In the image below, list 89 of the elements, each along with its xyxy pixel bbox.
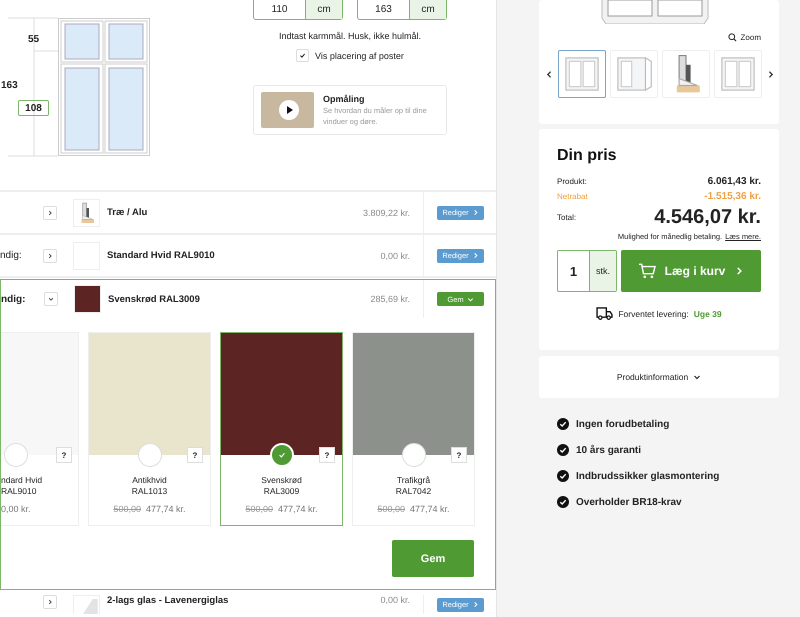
expand-button[interactable] [43, 595, 57, 609]
expand-button[interactable] [43, 206, 57, 220]
window-thumbnail[interactable] [558, 50, 606, 98]
chevron-down-icon [48, 296, 54, 302]
chevron-right-icon [47, 252, 53, 258]
color-name: Trafikgrå [396, 475, 430, 485]
option-name: Standard Hvid RAL9010 [107, 250, 216, 261]
section-height-label: 55 [28, 34, 40, 45]
color-card[interactable]: ? ndard Hvid RAL9010 0,00 kr. [1, 332, 79, 526]
chevron-down-icon [466, 296, 474, 302]
checkbox-label: Vis placering af poster [315, 50, 404, 60]
hint-text: Indtast karmmål. Husk, ikke hulmål. [278, 31, 422, 41]
old-price: 500,00 [113, 504, 141, 514]
check-circle-icon [557, 496, 569, 508]
price-label: Total: [557, 213, 576, 222]
price: 477,74 kr. [278, 504, 318, 514]
expand-button[interactable] [43, 248, 57, 262]
price: 0,00 kr. [1, 504, 31, 514]
delivery-label: Forventet levering: [618, 308, 689, 318]
color-card[interactable]: ? Svenskrød RAL3009 500,00 477,74 kr. [220, 332, 343, 526]
checkbox[interactable] [296, 49, 310, 62]
option-label: ndig: [0, 250, 23, 261]
radio-button[interactable] [138, 443, 162, 467]
benefit-text: Overholder BR18-krav [576, 496, 682, 508]
cart-icon [638, 263, 656, 279]
help-button[interactable]: ? [451, 447, 467, 463]
old-price: 500,00 [377, 504, 405, 514]
option-price: 3.809,22 kr. [362, 208, 410, 218]
chevron-right-icon [472, 601, 479, 608]
color-card[interactable]: ? Trafikgrå RAL7042 500,00 477,74 kr. [352, 332, 475, 526]
option-label: ndig: [1, 294, 26, 304]
option-name: 2-lags glas - Lavenergiglas [107, 595, 230, 606]
color-code: RAL1013 [132, 486, 168, 496]
delivery-week: Uge 39 [694, 308, 722, 318]
benefit-text: Ingen forudbetaling [576, 418, 670, 430]
window-profile-icon [73, 198, 100, 226]
chevron-right-icon [472, 252, 479, 259]
dimension-field[interactable]: 110 cm [253, 0, 343, 20]
chevron-right-icon [472, 209, 479, 216]
price: 477,74 kr. [410, 504, 450, 514]
quantity-field[interactable]: 1 stk. [557, 250, 617, 292]
color-code: RAL9010 [1, 486, 36, 496]
old-price: 500,00 [245, 504, 273, 514]
color-name: ndard Hvid [1, 475, 42, 485]
benefit-text: Indbrudssikker glasmontering [576, 470, 720, 482]
chevron-right-icon [47, 210, 53, 216]
collapse-button[interactable] [44, 292, 58, 306]
play-icon[interactable] [279, 100, 299, 120]
zoom-link[interactable]: Zoom [728, 33, 761, 42]
option-price: 0,00 kr. [379, 595, 410, 605]
option-name: Træ / Alu [107, 207, 148, 218]
check-icon [299, 52, 306, 59]
radio-button[interactable] [4, 443, 28, 467]
check-icon [278, 451, 286, 459]
window-profile-thumbnail[interactable] [662, 50, 710, 98]
chevron-down-icon [693, 373, 702, 381]
chevron-right-icon [47, 599, 53, 605]
check-circle-icon [557, 418, 569, 430]
option-name: Svenskrød RAL3009 [108, 294, 201, 304]
total-height-label: 163 [1, 80, 18, 91]
price-value: 4.546,07 kr. [654, 206, 761, 229]
price-value: -1.515,36 kr. [704, 191, 761, 202]
price-label: Produkt: [557, 177, 587, 186]
option-price: 285,69 kr. [369, 294, 410, 304]
option-price: 0,00 kr. [379, 250, 410, 260]
search-icon [728, 33, 737, 42]
video-title: Opmåling [323, 94, 366, 104]
color-name: Svenskrød [261, 475, 302, 485]
help-button[interactable]: ? [319, 447, 335, 463]
price-label: Netrabat [557, 192, 588, 201]
benefit-text: 10 års garanti [576, 444, 642, 456]
dimension-field[interactable]: 163 cm [357, 0, 447, 20]
truck-icon [596, 307, 614, 320]
add-to-cart-button[interactable]: Læg i kurv [621, 250, 761, 292]
color-code: RAL3009 [264, 486, 300, 496]
help-button[interactable]: ? [56, 447, 72, 463]
color-card[interactable]: ? Antikhvid RAL1013 500,00 477,74 kr. [88, 332, 211, 526]
save-button[interactable]: Gem [392, 540, 474, 577]
product-info-toggle[interactable]: Produktinformation [539, 356, 779, 398]
price-value: 6.061,43 kr. [708, 176, 761, 187]
color-code: RAL7042 [396, 486, 432, 496]
section-height-field[interactable]: 108 [18, 100, 49, 116]
check-circle-icon [557, 444, 569, 456]
radio-button[interactable] [402, 443, 426, 467]
check-circle-icon [557, 470, 569, 482]
help-button[interactable]: ? [187, 447, 203, 463]
color-name: Antikhvid [132, 475, 167, 485]
price-title: Din pris [557, 147, 618, 165]
price: 477,74 kr. [146, 504, 186, 514]
